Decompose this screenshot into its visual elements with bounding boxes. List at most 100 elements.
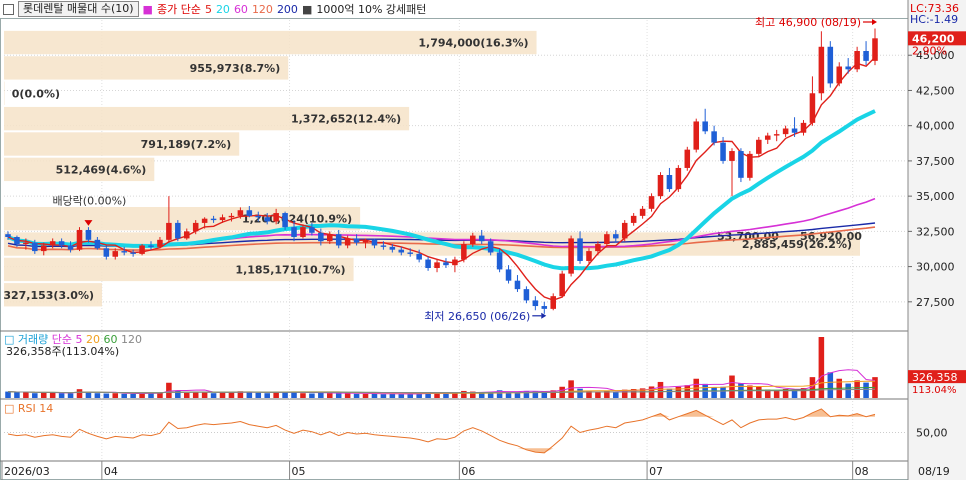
volume-bar (371, 393, 378, 398)
candle-body (630, 215, 637, 223)
volume-current-label: 326,358주(113.04%) (6, 345, 119, 358)
candle-body (210, 218, 217, 221)
candle-body (32, 242, 38, 252)
candle-body (139, 245, 145, 254)
volume-bar (300, 393, 306, 398)
candle-body (872, 38, 878, 61)
volume-profile-label: 327,153(3.0%) (3, 289, 94, 302)
candle-body (541, 306, 548, 309)
volume-bar (291, 392, 297, 398)
volume-bar (67, 393, 74, 398)
candle-body (291, 227, 297, 237)
candle-body (764, 135, 771, 140)
volume-bar (452, 393, 458, 398)
candle-body (14, 237, 20, 245)
candle-body (782, 128, 789, 135)
candle-body (863, 51, 869, 61)
candle-body (586, 251, 592, 261)
date-label: 05 (292, 465, 306, 478)
candle-body (720, 142, 726, 161)
volume-bar (103, 393, 110, 398)
volume-bar (613, 391, 619, 398)
volume-bar (577, 388, 583, 398)
high-annotation: 최고 46,900 (08/19) (755, 16, 861, 29)
volume-bar (711, 387, 717, 398)
chart-canvas[interactable]: 45,00042,50040,00037,50035,00032,50030,0… (0, 0, 966, 480)
candle-body (648, 196, 655, 209)
candle-body (756, 139, 762, 154)
volume-bar (23, 391, 29, 398)
volume-bar (747, 385, 753, 398)
volume-bar (327, 393, 333, 398)
candle-body (693, 121, 700, 150)
candle-body (657, 175, 664, 197)
volume-bar (14, 392, 20, 398)
candle-body (5, 234, 11, 237)
volume-bar (398, 394, 405, 398)
candle-body (85, 229, 92, 240)
volume-bar (434, 393, 440, 398)
candle-body (112, 251, 119, 257)
candle-body (398, 249, 405, 253)
candle-body (407, 252, 413, 254)
candle-body (452, 259, 458, 266)
candle-body (684, 149, 691, 168)
volume-bar (863, 382, 869, 398)
volume-profile-label: 955,973(8.7%) (190, 62, 281, 75)
volume-bar (255, 392, 262, 398)
candle-body (568, 238, 574, 274)
volume-bar (94, 393, 101, 398)
volume-bar (756, 386, 762, 398)
candle-body (577, 238, 583, 261)
candle-body (327, 234, 333, 242)
volume-bar (666, 388, 673, 398)
candle-body (800, 122, 807, 133)
candle-body (416, 253, 422, 260)
candle-body (470, 235, 476, 245)
volume-profile-label: 512,469(4.6%) (56, 163, 147, 176)
volume-bar (210, 393, 217, 398)
candle-body (621, 222, 628, 239)
candle-body (666, 175, 673, 190)
candle-body (809, 93, 816, 123)
last-pct-label: 2.90% (912, 44, 947, 57)
candle-body (773, 134, 780, 136)
volume-bar (40, 392, 47, 398)
candle-body (273, 213, 279, 222)
candle-body (335, 234, 342, 246)
volume-bar (353, 393, 360, 398)
volume-bar (5, 391, 11, 398)
volume-profile-label: 1,185,171(10.7%) (235, 263, 345, 276)
price-tick-label: 35,000 (916, 190, 955, 203)
candle-body (192, 222, 199, 232)
volume-bar (112, 393, 119, 398)
volume-bar (845, 383, 851, 398)
candle-body (827, 46, 834, 84)
volume-bar (58, 393, 65, 398)
volume-bar (76, 389, 83, 398)
date-label: 07 (649, 465, 663, 478)
candle-body (94, 239, 101, 249)
candle-body (747, 153, 753, 178)
candle-body (854, 51, 860, 70)
candle-body (282, 213, 288, 228)
candle-body (702, 121, 708, 132)
date-label: 08 (855, 465, 869, 478)
candle-body (175, 222, 181, 239)
price-axis-bg (908, 0, 966, 480)
candle-body (505, 269, 512, 281)
volume-bar (461, 390, 467, 398)
volume-bar (389, 393, 396, 398)
rsi-panel-title: □ RSI 14 (4, 402, 53, 415)
candle-body (246, 210, 253, 216)
price-tick-label: 37,500 (916, 155, 955, 168)
volume-bar (335, 392, 342, 398)
candle-body (237, 210, 244, 216)
candle-body (729, 151, 735, 161)
candle-body (49, 241, 56, 246)
stock-chart-window: 롯데렌탈 매물대 수(10) ■ 종가 단순 5 20 60 120 200 ■… (0, 0, 966, 480)
candle-body (183, 231, 190, 239)
volume-bar (407, 394, 413, 398)
volume-bar (309, 393, 315, 398)
candle-body (613, 234, 619, 239)
